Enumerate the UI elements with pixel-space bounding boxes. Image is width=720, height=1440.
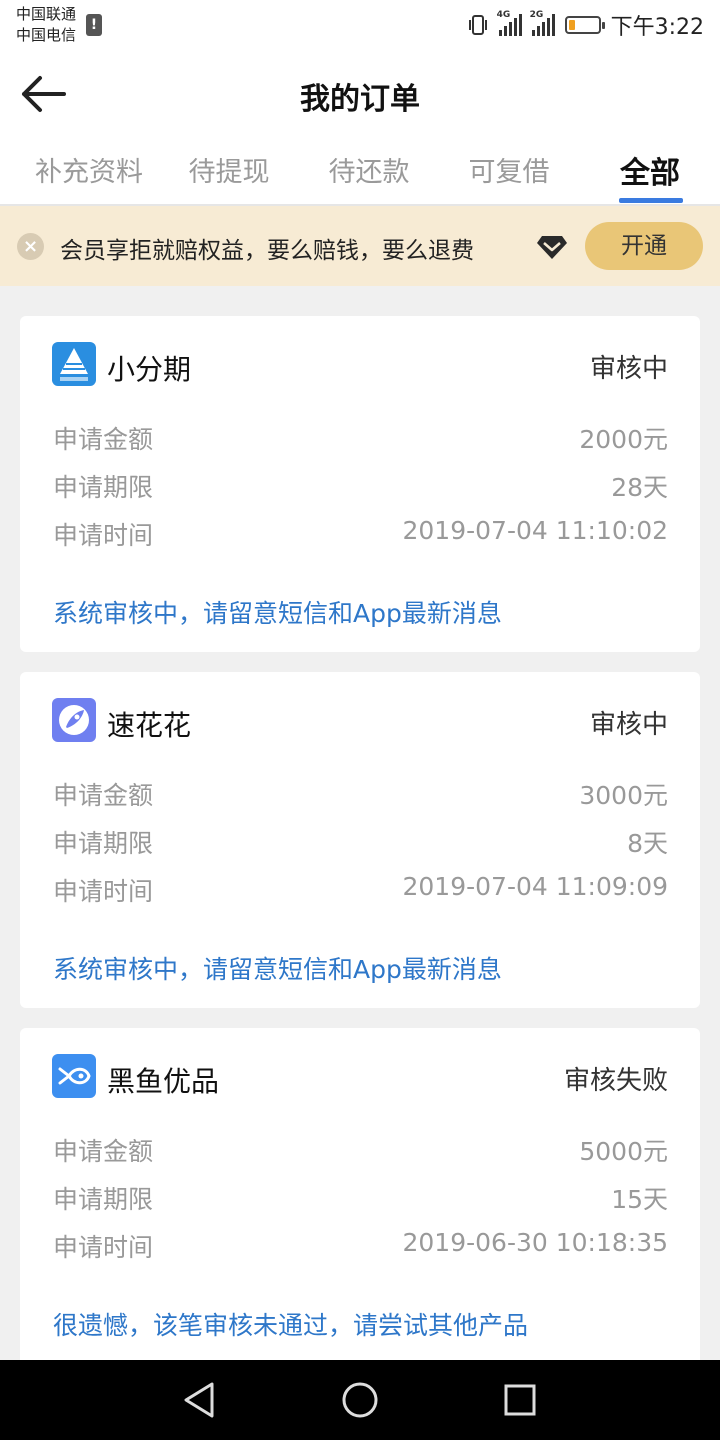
diamond-icon xyxy=(536,234,568,260)
tab-pending-repay[interactable]: 待还款 xyxy=(299,150,439,189)
system-nav-bar xyxy=(0,1360,720,1440)
membership-banner: × 会员享拒就赔权益，要么赔钱，要么退费 开通 xyxy=(0,206,720,286)
close-circle-icon[interactable]: × xyxy=(17,233,44,260)
term-value: 28天 xyxy=(611,473,668,502)
status-message: 很遗憾，该笔审核未通过，请尝试其他产品 xyxy=(53,1311,529,1340)
term-label: 申请期限 xyxy=(53,829,154,858)
pyramid-logo-icon xyxy=(52,342,96,386)
banner-text: 会员享拒就赔权益，要么赔钱，要么退费 xyxy=(60,238,474,264)
tab-reborrow[interactable]: 可复借 xyxy=(439,150,579,189)
tab-supplement-info[interactable]: 补充资料 xyxy=(19,150,159,189)
time-label: 申请时间 xyxy=(53,877,154,906)
sim-alert-icon: ! xyxy=(86,14,102,36)
term-value: 15天 xyxy=(611,1185,668,1214)
triangle-back-icon[interactable] xyxy=(180,1380,220,1420)
signal-2g-icon: 2G xyxy=(530,10,555,36)
active-tab-indicator xyxy=(619,198,683,203)
fish-logo-icon xyxy=(52,1054,96,1098)
carrier-info: 中国联通 中国电信 xyxy=(16,4,76,46)
product-name: 黑鱼优品 xyxy=(107,1065,220,1098)
battery-level xyxy=(568,20,575,30)
status-message: 系统审核中，请留意短信和App最新消息 xyxy=(53,955,502,984)
vibrate-icon xyxy=(467,14,489,36)
circle-home-icon[interactable] xyxy=(340,1380,380,1420)
product-name: 速花花 xyxy=(107,709,192,742)
status-badge: 审核失败 xyxy=(563,1066,668,1096)
status-message: 系统审核中，请留意短信和App最新消息 xyxy=(53,599,502,628)
net-type-2: 2G xyxy=(529,10,544,20)
page-title: 我的订单 xyxy=(300,82,420,117)
rocket-logo-icon xyxy=(52,698,96,742)
term-label: 申请期限 xyxy=(53,1185,154,1214)
time-label: 申请时间 xyxy=(53,521,154,550)
carrier-1: 中国联通 xyxy=(16,5,77,23)
amount-value: 5000元 xyxy=(579,1137,668,1166)
battery-icon xyxy=(564,16,605,34)
tab-pending-withdraw[interactable]: 待提现 xyxy=(159,150,299,189)
tab-all[interactable]: 全部 xyxy=(580,148,720,192)
status-bar: 中国联通 中国电信 ! 4G 2G 下午3:22 xyxy=(0,0,720,50)
amount-value: 3000元 xyxy=(579,781,668,810)
time-value: 2019-06-30 10:18:35 xyxy=(402,1228,668,1257)
carrier-2: 中国电信 xyxy=(16,26,77,44)
time-label: 申请时间 xyxy=(53,1233,154,1262)
net-type-1: 4G xyxy=(496,10,511,20)
status-badge: 审核中 xyxy=(589,354,668,384)
order-tabs: 补充资料 待提现 待还款 可复借 全部 xyxy=(0,140,720,206)
order-card[interactable]: 黑鱼优品 审核失败 申请金额 5000元 申请期限 15天 申请时间 2019-… xyxy=(20,1028,700,1368)
square-recent-icon[interactable] xyxy=(500,1380,540,1420)
term-value: 8天 xyxy=(627,829,668,858)
clock: 下午3:22 xyxy=(610,15,704,40)
status-icons: 4G 2G 下午3:22 xyxy=(467,10,704,40)
open-membership-button[interactable]: 开通 xyxy=(585,222,703,270)
time-value: 2019-07-04 11:09:09 xyxy=(402,872,668,901)
time-value: 2019-07-04 11:10:02 xyxy=(402,516,668,545)
order-card[interactable]: 速花花 审核中 申请金额 3000元 申请期限 8天 申请时间 2019-07-… xyxy=(20,672,700,1008)
status-badge: 审核中 xyxy=(589,710,668,740)
amount-label: 申请金额 xyxy=(53,425,154,454)
amount-value: 2000元 xyxy=(579,425,668,454)
amount-label: 申请金额 xyxy=(53,1137,154,1166)
header: 我的订单 xyxy=(0,50,720,140)
amount-label: 申请金额 xyxy=(53,781,154,810)
signal-4g-icon: 4G xyxy=(497,10,522,36)
order-card[interactable]: 小分期 审核中 申请金额 2000元 申请期限 28天 申请时间 2019-07… xyxy=(20,316,700,652)
term-label: 申请期限 xyxy=(53,473,154,502)
product-name: 小分期 xyxy=(107,353,192,386)
